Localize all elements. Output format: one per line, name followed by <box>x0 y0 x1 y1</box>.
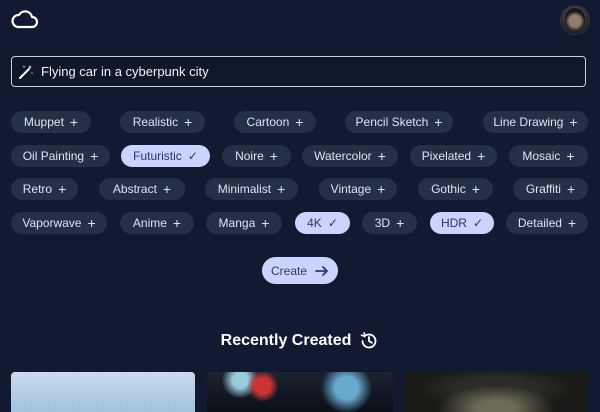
plus-icon: + <box>90 148 99 164</box>
style-chip-label: 4K <box>307 216 322 230</box>
plus-icon: + <box>377 181 386 197</box>
plus-icon: + <box>162 181 172 197</box>
style-chip-label: Anime <box>132 216 167 230</box>
plus-icon: + <box>277 181 286 197</box>
plus-icon: + <box>567 215 577 231</box>
style-chip-label: Cartoon <box>246 115 290 129</box>
arrow-right-icon <box>315 265 328 276</box>
create-button[interactable]: Create <box>262 257 338 284</box>
style-chip-label: Watercolor <box>314 149 372 163</box>
style-chip-label: Line Drawing <box>493 115 564 129</box>
check-icon: ✓ <box>187 149 198 163</box>
style-chip-label: 3D <box>374 216 391 230</box>
plus-icon: + <box>69 114 79 130</box>
style-chip-label: Muppet <box>23 115 64 129</box>
style-chip-label: Noire <box>235 149 264 163</box>
style-chip-label: Oil Painting <box>22 149 85 163</box>
create-button-label: Create <box>270 263 308 278</box>
style-chip-label: Pixelated <box>421 149 472 163</box>
style-chip-graffiti[interactable]: Graffiti + <box>513 178 588 200</box>
check-icon: ✓ <box>327 216 338 230</box>
plus-icon: + <box>566 181 576 197</box>
style-chip-4k[interactable]: 4K ✓ <box>295 212 350 234</box>
style-chip-label: Manga <box>218 216 256 230</box>
style-chip-gothic[interactable]: Gothic + <box>418 178 493 200</box>
style-chip-anime[interactable]: Anime + <box>120 212 194 234</box>
magic-wand-icon <box>19 65 33 79</box>
style-chip-retro[interactable]: Retro + <box>11 178 78 200</box>
style-chip-oil-painting[interactable]: Oil Painting + <box>11 145 110 167</box>
plus-icon: + <box>58 181 67 197</box>
prompt-field[interactable] <box>11 56 586 87</box>
recent-image-thumbnail[interactable] <box>207 372 393 412</box>
style-chip-watercolor[interactable]: Watercolor + <box>302 145 398 167</box>
plus-icon: + <box>396 215 405 231</box>
plus-icon: + <box>261 215 270 231</box>
plus-icon: + <box>172 215 182 231</box>
plus-icon: + <box>269 148 278 164</box>
prompt-input[interactable] <box>41 57 581 86</box>
style-chip-noire[interactable]: Noire + <box>222 145 291 167</box>
plus-icon: + <box>471 181 480 197</box>
style-chip-hdr[interactable]: HDR ✓ <box>430 212 494 234</box>
style-chip-label: Abstract <box>112 182 157 196</box>
style-chip-cartoon[interactable]: Cartoon + <box>234 111 316 133</box>
style-chip-label: Retro <box>22 182 53 196</box>
history-icon <box>361 332 377 349</box>
style-chip-label: Vintage <box>330 182 372 196</box>
plus-icon: + <box>477 148 486 164</box>
plus-icon: + <box>566 148 575 164</box>
plus-icon: + <box>377 148 386 164</box>
check-icon: ✓ <box>472 216 484 230</box>
plus-icon: + <box>434 114 443 130</box>
style-chip-label: Futuristic <box>133 149 182 163</box>
cloud-logo-icon[interactable] <box>10 6 40 32</box>
style-chip-realistic[interactable]: Realistic + <box>120 111 205 133</box>
style-chip-label: Minimalist <box>217 182 272 196</box>
style-chip-vintage[interactable]: Vintage + <box>319 178 397 200</box>
header <box>0 0 600 40</box>
recent-image-thumbnail[interactable] <box>11 372 195 412</box>
plus-icon: + <box>295 114 304 130</box>
user-avatar[interactable] <box>560 5 590 35</box>
style-chip-mosaic[interactable]: Mosaic + <box>509 145 588 167</box>
style-chip-futuristic[interactable]: Futuristic ✓ <box>121 145 210 167</box>
plus-icon: + <box>569 114 578 130</box>
section-title-text: Recently Created <box>220 332 352 349</box>
style-chip-label: Detailed <box>517 216 562 230</box>
style-chip-pencil-sketch[interactable]: Pencil Sketch + <box>345 111 453 133</box>
style-chip-label: Graffiti <box>525 182 561 196</box>
style-chip-label: Realistic <box>132 115 179 129</box>
style-chip-vaporwave[interactable]: Vaporwave + <box>11 212 107 234</box>
style-chip-abstract[interactable]: Abstract + <box>99 178 185 200</box>
plus-icon: + <box>87 215 96 231</box>
style-chip-muppet[interactable]: Muppet + <box>11 111 91 133</box>
style-chip-label: Vaporwave <box>22 216 82 230</box>
style-chip-label: Pencil Sketch <box>355 115 429 129</box>
style-chip-label: HDR <box>440 216 467 230</box>
recent-image-thumbnail[interactable] <box>404 372 588 412</box>
style-chip-detailed[interactable]: Detailed + <box>506 212 588 234</box>
style-chip-line-drawing[interactable]: Line Drawing + <box>483 111 588 133</box>
style-chip-minimalist[interactable]: Minimalist + <box>205 178 298 200</box>
style-chip-manga[interactable]: Manga + <box>206 212 282 234</box>
style-chip-3d[interactable]: 3D + <box>362 212 417 234</box>
style-chip-label: Mosaic <box>522 149 561 163</box>
style-chip-pixelated[interactable]: Pixelated + <box>410 145 497 167</box>
plus-icon: + <box>184 114 193 130</box>
recently-created-heading: Recently Created <box>0 330 600 352</box>
style-chip-label: Gothic <box>431 182 466 196</box>
